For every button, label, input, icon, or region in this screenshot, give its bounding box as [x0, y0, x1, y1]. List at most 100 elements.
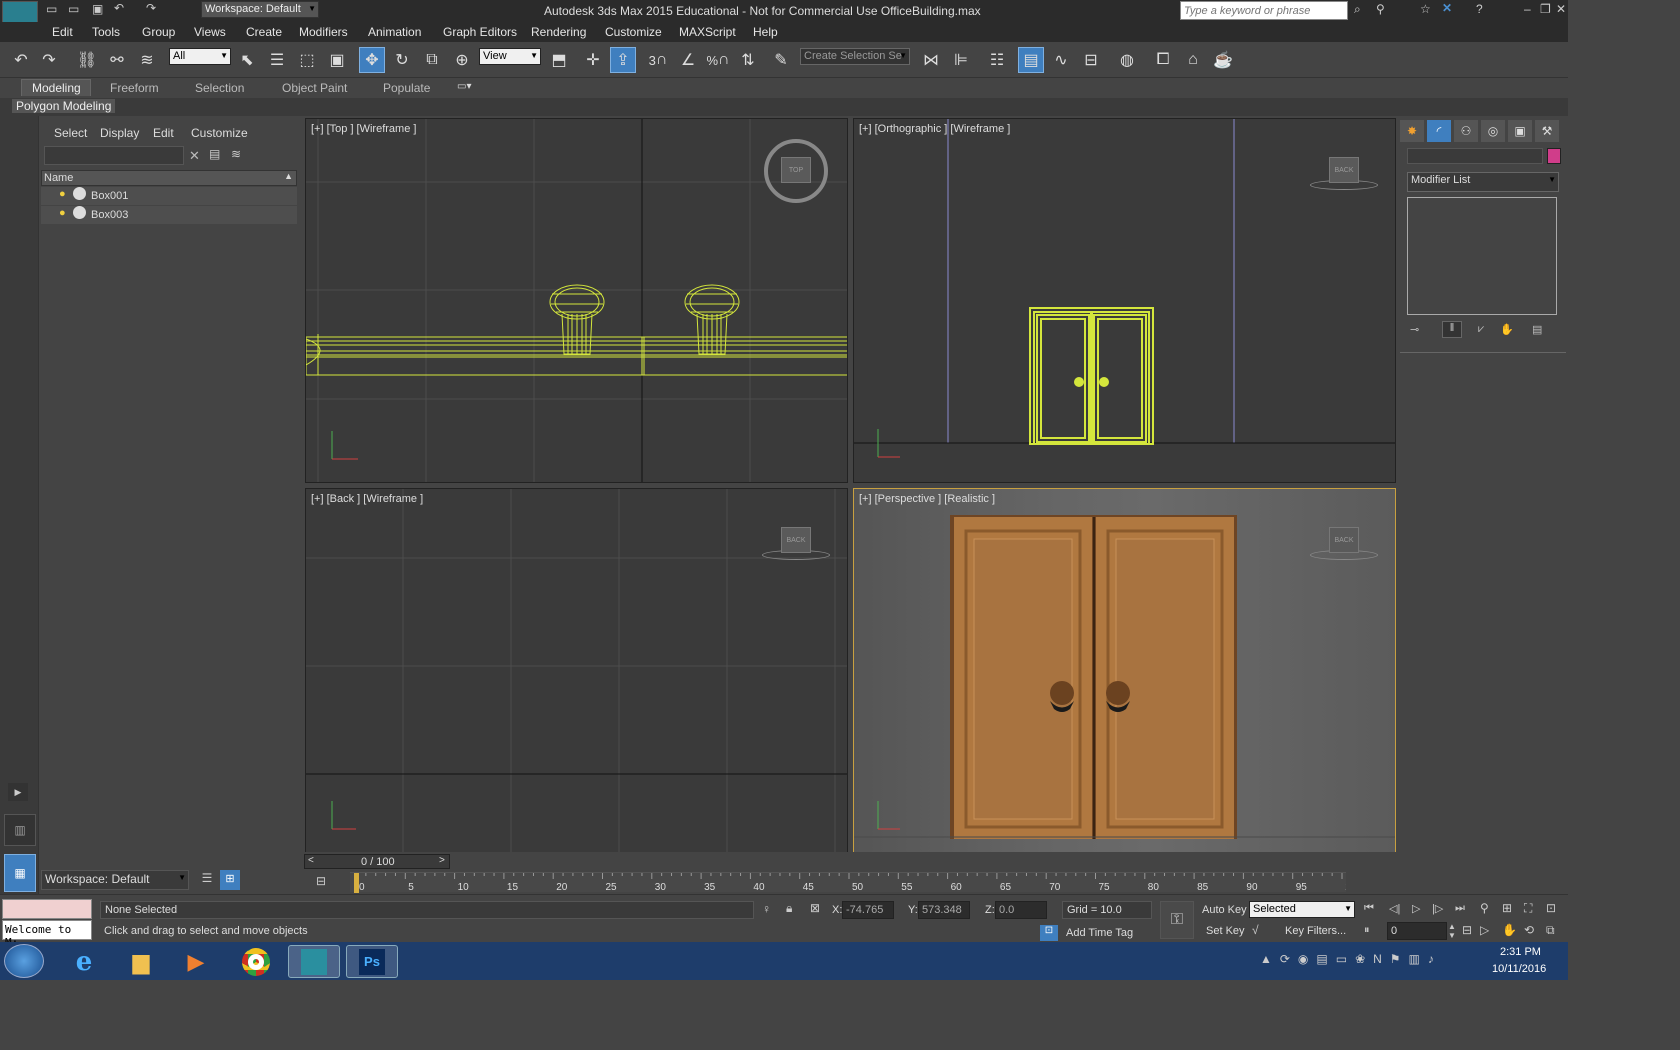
clock-date[interactable]: 10/11/2016: [1492, 963, 1546, 975]
scene-explorer-icon[interactable]: ▤: [1018, 47, 1044, 73]
ribbon-options-icon[interactable]: ▭▾: [457, 81, 471, 92]
minimize-icon[interactable]: –: [1524, 2, 1531, 16]
menu-customize[interactable]: Customize: [605, 25, 662, 39]
tab-selection[interactable]: Selection: [195, 81, 244, 95]
workspace-dropdown[interactable]: Workspace: Default: [201, 1, 319, 18]
menu-modifiers[interactable]: Modifiers: [299, 25, 348, 39]
configure-modifier-icon[interactable]: ▤: [1532, 323, 1542, 336]
viewport-perspective-label[interactable]: [+] [Perspective ] [Realistic ]: [859, 493, 995, 505]
photoshop-icon[interactable]: Ps: [346, 945, 398, 978]
mirror-icon[interactable]: ⋈: [918, 47, 944, 73]
menu-graph-editors[interactable]: Graph Editors: [443, 25, 517, 39]
explorer-search-field[interactable]: [44, 146, 184, 165]
menu-help[interactable]: Help: [753, 25, 778, 39]
tab-modeling[interactable]: Modeling: [21, 79, 91, 96]
media-player-icon[interactable]: ▶: [170, 945, 222, 978]
redo-icon[interactable]: ↷: [146, 1, 156, 15]
explorer-filter-icon[interactable]: ▤: [209, 147, 220, 161]
menu-maxscript[interactable]: MAXScript: [679, 25, 736, 39]
play-icon[interactable]: ▷: [1412, 902, 1420, 915]
pivot-center-icon[interactable]: ⬒: [546, 47, 572, 73]
viewport-layout-icon[interactable]: ▥: [4, 814, 36, 846]
orbit-subobject-icon[interactable]: ⟲: [1524, 923, 1534, 937]
menu-edit[interactable]: Edit: [52, 25, 73, 39]
render-setup-icon[interactable]: ⧠: [1150, 47, 1176, 73]
star-icon[interactable]: ☆: [1420, 2, 1431, 16]
layers-icon[interactable]: ☰: [197, 871, 217, 889]
new-file-icon[interactable]: ▭: [46, 2, 57, 16]
internet-explorer-icon[interactable]: e: [58, 945, 110, 978]
selection-filter-dropdown[interactable]: All: [169, 48, 231, 65]
reference-coordinate-dropdown[interactable]: View: [479, 48, 541, 65]
explorer-menu-edit[interactable]: Edit: [153, 126, 174, 140]
search-input[interactable]: [1180, 1, 1348, 20]
render-production-icon[interactable]: ☕: [1210, 47, 1236, 73]
close-icon[interactable]: ✕: [1556, 2, 1566, 16]
select-and-scale-icon[interactable]: ⧉: [419, 47, 445, 73]
tab-object-paint[interactable]: Object Paint: [282, 81, 347, 95]
object-name-field[interactable]: [1407, 148, 1543, 164]
angle-snap-icon[interactable]: ∠: [675, 47, 701, 73]
utilities-tab-icon[interactable]: ⚒: [1535, 120, 1559, 142]
zoom-icon[interactable]: ⚲: [1480, 901, 1489, 915]
frame-spinner-icon[interactable]: ▲ ▼: [1448, 922, 1456, 940]
zoom-extents-all-icon[interactable]: ⊡: [1546, 901, 1556, 915]
maxscript-listener-white[interactable]: Welcome to M:: [2, 920, 92, 949]
unlink-icon[interactable]: ⚯: [104, 47, 130, 73]
link-icon[interactable]: ⛓: [74, 47, 100, 73]
layer-explorer-icon[interactable]: ☷: [984, 47, 1010, 73]
viewport-layout-quad-icon[interactable]: ▦: [4, 854, 36, 892]
hierarchy-tab-icon[interactable]: ⚇: [1454, 120, 1478, 142]
modify-tab-icon[interactable]: ◜: [1427, 120, 1451, 142]
go-to-start-icon[interactable]: ⏮: [1364, 902, 1374, 915]
curve-editor-icon[interactable]: ∿: [1048, 47, 1074, 73]
viewcube-top[interactable]: TOP: [781, 157, 811, 183]
rectangular-selection-icon[interactable]: ⬚: [294, 47, 320, 73]
add-time-tag[interactable]: Add Time Tag: [1066, 927, 1133, 939]
menu-views[interactable]: Views: [194, 25, 226, 39]
list-item[interactable]: ● Box001: [41, 187, 297, 205]
set-key-button[interactable]: Set Key: [1206, 925, 1245, 937]
manipulate-icon[interactable]: ✛: [580, 47, 606, 73]
menu-create[interactable]: Create: [246, 25, 282, 39]
viewcube-back[interactable]: BACK: [1329, 157, 1359, 183]
absolute-mode-icon[interactable]: ⊠: [810, 901, 820, 915]
time-slider[interactable]: < 0 / 100 >: [304, 854, 450, 869]
restore-icon[interactable]: ❐: [1540, 2, 1551, 16]
material-editor-icon[interactable]: ◍: [1114, 47, 1140, 73]
go-to-end-icon[interactable]: ⏭: [1455, 902, 1465, 915]
select-by-name-icon[interactable]: ☰: [264, 47, 290, 73]
select-and-place-icon[interactable]: ⊕: [449, 47, 475, 73]
auto-key-button[interactable]: Auto Key: [1202, 904, 1247, 916]
curve-editor-toggle-icon[interactable]: ⊟: [316, 874, 326, 888]
explorer-menu-customize[interactable]: Customize: [191, 126, 248, 140]
menu-rendering[interactable]: Rendering: [531, 25, 586, 39]
y-coordinate-field[interactable]: 573.348: [918, 901, 970, 919]
light-bulb-icon[interactable]: ●: [59, 207, 66, 219]
time-slider-prev-icon[interactable]: <: [308, 855, 314, 866]
previous-frame-icon[interactable]: ◁|: [1389, 902, 1400, 915]
edit-named-selection-icon[interactable]: ✎: [768, 47, 794, 73]
viewport-back-label[interactable]: [+] [Back ] [Wireframe ]: [311, 493, 423, 505]
redo-icon[interactable]: ↷: [36, 47, 62, 73]
viewcube-back[interactable]: BACK: [781, 527, 811, 553]
object-color-swatch[interactable]: [1547, 148, 1561, 164]
z-coordinate-field[interactable]: 0.0: [995, 901, 1047, 919]
track-bar[interactable]: 0 5 10 15 20 25 30 35 40 45 50 55 60 65 70 75 80 85 90 95 10…: [350, 872, 1362, 893]
modifier-stack[interactable]: [1407, 197, 1557, 315]
select-and-rotate-icon[interactable]: ↻: [389, 47, 415, 73]
set-key-mode-icon[interactable]: ⚿: [1160, 901, 1194, 939]
tray-icons[interactable]: ▲⟳◉▤▭❀N⚑▥♪: [1260, 952, 1442, 966]
time-tag-icon[interactable]: ⊡: [1040, 925, 1058, 941]
3ds-max-icon[interactable]: [288, 945, 340, 978]
explorer-menu-select[interactable]: Select: [54, 126, 87, 140]
viewport-ortho-label[interactable]: [+] [Orthographic ] [Wireframe ]: [859, 123, 1010, 135]
rendered-frame-icon[interactable]: ⌂: [1180, 47, 1206, 73]
clear-search-icon[interactable]: ✕: [189, 148, 200, 164]
isolate-selection-icon[interactable]: ♀: [762, 902, 771, 916]
chrome-icon[interactable]: [230, 945, 282, 978]
create-tab-icon[interactable]: ✸: [1400, 120, 1424, 142]
viewport-perspective[interactable]: [+] [Perspective ] [Realistic ] BACK: [853, 488, 1396, 853]
key-filters-button[interactable]: Key Filters...: [1285, 925, 1346, 937]
start-button[interactable]: [4, 944, 44, 978]
